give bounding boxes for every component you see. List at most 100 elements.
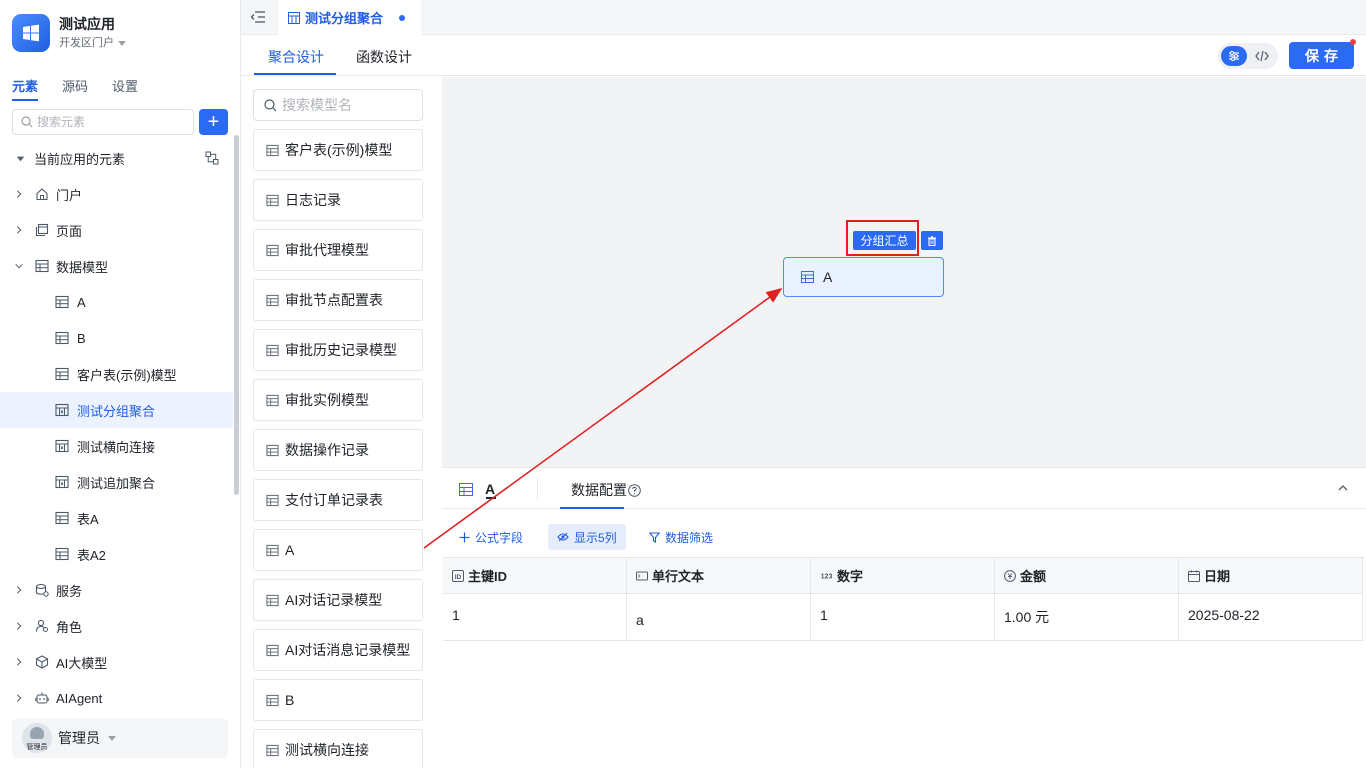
model-list-item[interactable]: 客户表(示例)模型 xyxy=(253,129,423,171)
chevron-right-icon[interactable] xyxy=(13,224,25,236)
model-item-label: B xyxy=(285,692,295,708)
layout-toggle-icon[interactable] xyxy=(205,151,219,165)
table-icon xyxy=(55,367,69,381)
model-list-item[interactable]: 测试横向连接 xyxy=(253,729,423,768)
tab-function-design[interactable]: 函数设计 xyxy=(356,47,412,67)
file-tab-active[interactable]: 测试分组聚合 xyxy=(278,0,421,35)
tree-item-label: 门户 xyxy=(56,187,83,203)
tree-item[interactable]: 门户 xyxy=(0,176,233,212)
tree-item[interactable]: 客户表(示例)模型 xyxy=(0,356,233,392)
model-list-item[interactable]: 数据操作记录 xyxy=(253,429,423,471)
table-icon xyxy=(801,271,814,283)
model-node-a[interactable]: A xyxy=(783,257,944,297)
element-search-input[interactable] xyxy=(37,115,177,129)
model-list-item[interactable]: 支付订单记录表 xyxy=(253,479,423,521)
model-list-item[interactable]: AI对话记录模型 xyxy=(253,579,423,621)
tree-item[interactable]: 表A2 xyxy=(0,536,233,572)
cell-amount[interactable]: 1.00 元 xyxy=(995,594,1179,640)
add-formula-field-button[interactable]: 公式字段 xyxy=(450,524,532,550)
sidebar-scrollbar[interactable] xyxy=(234,135,239,495)
model-list-item[interactable]: 审批代理模型 xyxy=(253,229,423,271)
table-icon xyxy=(266,644,279,657)
tree-item-label: A xyxy=(77,294,86,310)
tree-item[interactable]: 数据模型 xyxy=(0,248,233,284)
portal-label: 开发区门户 xyxy=(59,37,114,49)
chevron-right-icon[interactable] xyxy=(13,188,25,200)
show-columns-button[interactable]: 显示5列 xyxy=(548,524,626,550)
chevron-down-icon[interactable] xyxy=(13,260,25,272)
tab-settings[interactable]: 设置 xyxy=(112,76,138,101)
tab-model-a[interactable]: A xyxy=(459,481,495,497)
code-mode-button[interactable] xyxy=(1249,46,1275,66)
column-header-date[interactable]: 日期 xyxy=(1179,558,1363,593)
table-icon xyxy=(266,494,279,507)
column-header-amount[interactable]: 金额 xyxy=(995,558,1179,593)
tab-source[interactable]: 源码 xyxy=(62,76,88,101)
chevron-right-icon[interactable] xyxy=(13,584,25,596)
app-header[interactable]: 测试应用 开发区门户 xyxy=(12,14,126,52)
tab-data-config[interactable]: 数据配置 xyxy=(571,480,641,500)
cell-date[interactable]: 2025-08-22 xyxy=(1179,594,1363,640)
tree-item[interactable]: B xyxy=(0,320,233,356)
user-menu[interactable]: 管理员 管理员 xyxy=(12,718,228,758)
add-element-button[interactable]: + xyxy=(199,109,228,135)
tree-item[interactable]: 角色 xyxy=(0,608,233,644)
caret-down-icon[interactable] xyxy=(14,152,26,164)
tree-item[interactable]: 测试横向连接 xyxy=(0,428,233,464)
portal-selector[interactable]: 开发区门户 xyxy=(59,34,126,52)
id-icon: ID xyxy=(452,569,464,582)
model-list-item[interactable]: 审批历史记录模型 xyxy=(253,329,423,371)
tree-item[interactable]: 测试追加聚合 xyxy=(0,464,233,500)
sliders-icon xyxy=(1229,51,1239,61)
chevron-right-icon[interactable] xyxy=(13,692,25,704)
tab-elements[interactable]: 元素 xyxy=(12,76,39,101)
column-header-number[interactable]: 123 数字 xyxy=(811,558,995,593)
tree-item[interactable]: AI大模型 xyxy=(0,644,233,680)
model-list-item[interactable]: A xyxy=(253,529,423,571)
model-list-item[interactable]: 日志记录 xyxy=(253,179,423,221)
model-item-label: 测试横向连接 xyxy=(285,742,369,758)
node-label: A xyxy=(823,269,833,285)
tree-item[interactable]: A xyxy=(0,284,233,320)
tree-item[interactable]: 测试分组聚合 xyxy=(0,392,233,428)
table-row[interactable]: 1 a 1 1.00 元 2025-08-22 xyxy=(443,594,1363,641)
column-header-id[interactable]: ID 主键ID xyxy=(443,558,627,593)
data-filter-button[interactable]: 数据筛选 xyxy=(640,524,722,550)
model-list-item[interactable]: AI对话消息记录模型 xyxy=(253,629,423,671)
model-list-item[interactable]: 审批实例模型 xyxy=(253,379,423,421)
tab-aggregate-design[interactable]: 聚合设计 xyxy=(268,47,324,67)
help-icon[interactable] xyxy=(628,483,641,497)
model-search-input[interactable] xyxy=(282,97,412,113)
delete-node-button[interactable] xyxy=(921,231,943,250)
tree-item[interactable]: 页面 xyxy=(0,212,233,248)
table-icon xyxy=(266,594,279,607)
tree-item[interactable]: 服务 xyxy=(0,572,233,608)
tree-item-label: 表A xyxy=(77,511,99,527)
tree-item-label: B xyxy=(77,330,86,346)
svg-text:ID: ID xyxy=(455,573,462,580)
collapse-sidebar-icon[interactable] xyxy=(249,8,267,26)
cell-text[interactable]: a xyxy=(627,594,811,640)
tree-item[interactable]: AIAgent xyxy=(0,680,233,716)
model-list-item[interactable]: B xyxy=(253,679,423,721)
data-preview-panel: A 数据配置 公式字段 显示5列 数据筛选 ID 主键ID 单行文本 123 数… xyxy=(442,467,1366,768)
table-icon xyxy=(35,259,49,273)
design-canvas[interactable]: 分组汇总 A xyxy=(442,77,1366,467)
table-icon xyxy=(266,344,279,357)
svg-text:123: 123 xyxy=(821,573,833,580)
table-icon xyxy=(266,194,279,207)
cell-number[interactable]: 1 xyxy=(811,594,995,640)
column-header-text[interactable]: 单行文本 xyxy=(627,558,811,593)
chevron-right-icon[interactable] xyxy=(13,620,25,632)
tree-item[interactable]: 当前应用的元素 xyxy=(0,140,233,176)
code-icon xyxy=(1255,50,1269,62)
chevron-up-icon[interactable] xyxy=(1336,481,1350,495)
model-list-item[interactable]: 审批节点配置表 xyxy=(253,279,423,321)
tree-item-label: 测试横向连接 xyxy=(77,439,156,455)
visual-mode-button[interactable] xyxy=(1221,46,1247,66)
save-button[interactable]: 保存 xyxy=(1289,42,1354,69)
caret-down-icon xyxy=(118,40,126,46)
cell-id[interactable]: 1 xyxy=(443,594,627,640)
chevron-right-icon[interactable] xyxy=(13,656,25,668)
tree-item[interactable]: 表A xyxy=(0,500,233,536)
